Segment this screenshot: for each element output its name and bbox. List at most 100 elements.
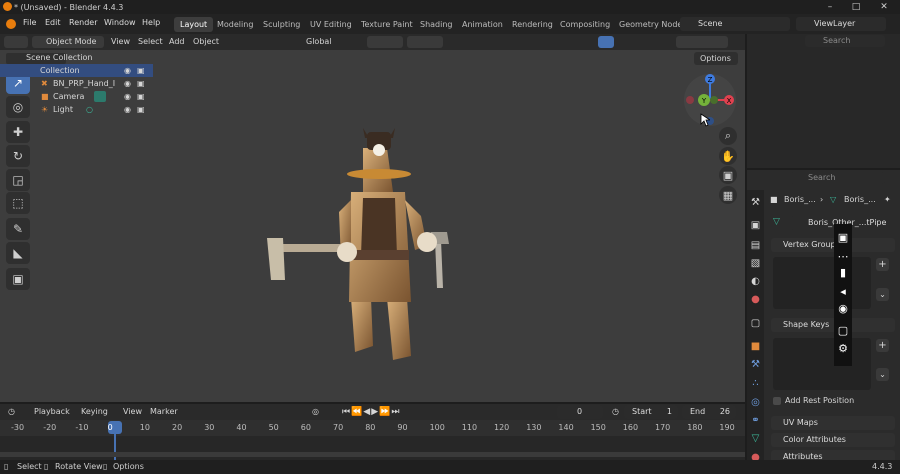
close-button[interactable]: ✕: [870, 0, 898, 14]
outliner-search[interactable]: Search: [805, 35, 885, 47]
current-frame-field[interactable]: 0: [557, 405, 603, 419]
navigation-gizmo[interactable]: X Z Y: [682, 72, 738, 128]
tab-modeling[interactable]: Modeling: [211, 17, 259, 32]
tab-texture-paint[interactable]: Texture Paint: [355, 17, 419, 32]
uv-maps-panel-header[interactable]: UV Maps: [771, 416, 895, 430]
tab-sculpting[interactable]: Sculpting: [257, 17, 306, 32]
menu-edit[interactable]: Edit: [45, 18, 61, 27]
eye-icon[interactable]: ◉: [124, 90, 131, 103]
zoom-icon[interactable]: ⌕: [719, 127, 737, 145]
modifier-tab-icon[interactable]: ⚒: [749, 358, 762, 371]
menu-keying[interactable]: Keying: [81, 406, 108, 418]
rotate-tool[interactable]: ↻: [6, 145, 30, 167]
tab-layout[interactable]: Layout: [174, 17, 214, 32]
character-model[interactable]: [255, 120, 465, 370]
camera-render-icon[interactable]: ▣: [137, 103, 145, 116]
move-tool[interactable]: ✚: [6, 121, 30, 143]
speaker-icon[interactable]: ◂: [836, 285, 850, 299]
gizmo-toggle[interactable]: [598, 36, 614, 48]
add-vertex-group-button[interactable]: +: [876, 258, 889, 271]
tab-rendering[interactable]: Rendering: [506, 17, 559, 32]
more-options-icon[interactable]: ⋯: [836, 250, 850, 264]
object-row-bn-prp-hand[interactable]: ✖ BN_PRP_Hand_I ◉ ▣: [0, 77, 153, 90]
scene-tab-icon[interactable]: ◐: [749, 275, 762, 288]
tab-animation[interactable]: Animation: [456, 17, 509, 32]
tool-tab-icon[interactable]: ⚒: [749, 196, 762, 209]
camera-view-icon[interactable]: ▣: [719, 166, 737, 184]
add-rest-position-row[interactable]: Add Rest Position: [773, 395, 893, 407]
render-tab-icon[interactable]: ▣: [749, 219, 762, 232]
menu-render[interactable]: Render: [69, 18, 97, 27]
camera-render-icon[interactable]: ▣: [137, 64, 145, 77]
tab-shading[interactable]: Shading: [414, 17, 459, 32]
color-attributes-panel-header[interactable]: Color Attributes: [771, 433, 895, 447]
breadcrumb-object[interactable]: Boris_...: [784, 193, 816, 207]
pan-hand-icon[interactable]: ✋: [719, 147, 737, 165]
data-tab-icon[interactable]: ▽: [749, 432, 762, 445]
scene-collection-row[interactable]: Scene Collection: [0, 51, 153, 64]
webcam-icon[interactable]: ◉: [836, 302, 850, 316]
eye-icon[interactable]: ◉: [124, 103, 131, 116]
menu-file[interactable]: File: [23, 18, 36, 27]
shape-keys-panel-header[interactable]: Shape Keys: [771, 318, 895, 332]
collection-row[interactable]: Collection ◉ ▣: [0, 64, 153, 77]
constraints-tab-icon[interactable]: ⚭: [749, 414, 762, 427]
output-tab-icon[interactable]: ▤: [749, 239, 762, 252]
scene-selector[interactable]: Scene: [680, 17, 790, 31]
transform-orientation[interactable]: Global: [306, 36, 332, 48]
measure-tool[interactable]: ◣: [6, 242, 30, 264]
editor-type-button[interactable]: [4, 36, 28, 48]
options-button[interactable]: Options: [694, 52, 738, 65]
transform-tool[interactable]: ⬚: [6, 192, 30, 214]
stopwatch-icon[interactable]: ◷: [612, 406, 619, 418]
menu-add[interactable]: Add: [169, 36, 185, 48]
vertex-groups-list[interactable]: [773, 257, 871, 309]
view-layer-tab-icon[interactable]: ▧: [749, 257, 762, 270]
scale-tool[interactable]: ◲: [6, 169, 30, 191]
snapping-toggle[interactable]: [367, 36, 403, 48]
pin-icon[interactable]: ✦: [884, 193, 891, 207]
proportional-editing[interactable]: [407, 36, 443, 48]
eye-icon[interactable]: ◉: [124, 64, 131, 77]
menu-help[interactable]: Help: [142, 18, 160, 27]
blender-menu-icon[interactable]: [6, 19, 16, 29]
auto-keying-icon[interactable]: ◎: [312, 406, 319, 418]
microphone-icon[interactable]: ▮: [836, 266, 850, 280]
vertex-groups-panel-header[interactable]: Vertex Groups: [771, 238, 895, 252]
annotate-tool[interactable]: ✎: [6, 218, 30, 240]
vertex-group-specials-button[interactable]: ⌄: [876, 288, 889, 301]
shape-key-specials-button[interactable]: ⌄: [876, 368, 889, 381]
menu-select[interactable]: Select: [138, 36, 163, 48]
window-capture-icon[interactable]: ▢: [836, 324, 850, 338]
breadcrumb-data[interactable]: Boris_...: [844, 193, 876, 207]
object-row-light[interactable]: ☀ Light ○ ◉ ▣: [0, 103, 153, 116]
menu-window[interactable]: Window: [104, 18, 136, 27]
settings-gear-icon[interactable]: ⚙: [836, 342, 850, 356]
physics-tab-icon[interactable]: ◎: [749, 396, 762, 409]
eye-icon[interactable]: ◉: [124, 77, 131, 90]
tab-geometry-nodes[interactable]: Geometry Node: [613, 17, 688, 32]
tab-compositing[interactable]: Compositing: [554, 17, 616, 32]
view-layer-selector[interactable]: ViewLayer: [796, 17, 886, 31]
timeline-editor-icon[interactable]: ◷: [8, 406, 15, 418]
menu-object[interactable]: Object: [193, 36, 219, 48]
menu-playback[interactable]: Playback: [34, 406, 70, 418]
world-tab-icon[interactable]: ●: [749, 293, 762, 306]
tab-uv-editing[interactable]: UV Editing: [304, 17, 358, 32]
shape-keys-list[interactable]: [773, 338, 871, 390]
object-row-camera[interactable]: ■ Camera ◉ ▣: [0, 90, 153, 103]
menu-view[interactable]: View: [111, 36, 130, 48]
playback-controls[interactable]: ⏮⏪◀▶⏩⏭: [342, 406, 400, 418]
menu-timeline-view[interactable]: View: [123, 406, 142, 418]
add-cube-tool[interactable]: ▣: [6, 268, 30, 290]
camera-render-icon[interactable]: ▣: [137, 90, 145, 103]
particles-tab-icon[interactable]: ∴: [749, 377, 762, 390]
camera-render-icon[interactable]: ▣: [137, 77, 145, 90]
collection-tab-icon[interactable]: ▢: [749, 317, 762, 330]
camera-icon[interactable]: ▣: [836, 231, 850, 245]
start-frame-field[interactable]: Start 1: [624, 405, 678, 419]
maximize-button[interactable]: □: [842, 0, 870, 14]
add-rest-position-checkbox[interactable]: [773, 397, 781, 405]
add-shape-key-button[interactable]: +: [876, 339, 889, 352]
minimize-button[interactable]: –: [816, 0, 844, 14]
